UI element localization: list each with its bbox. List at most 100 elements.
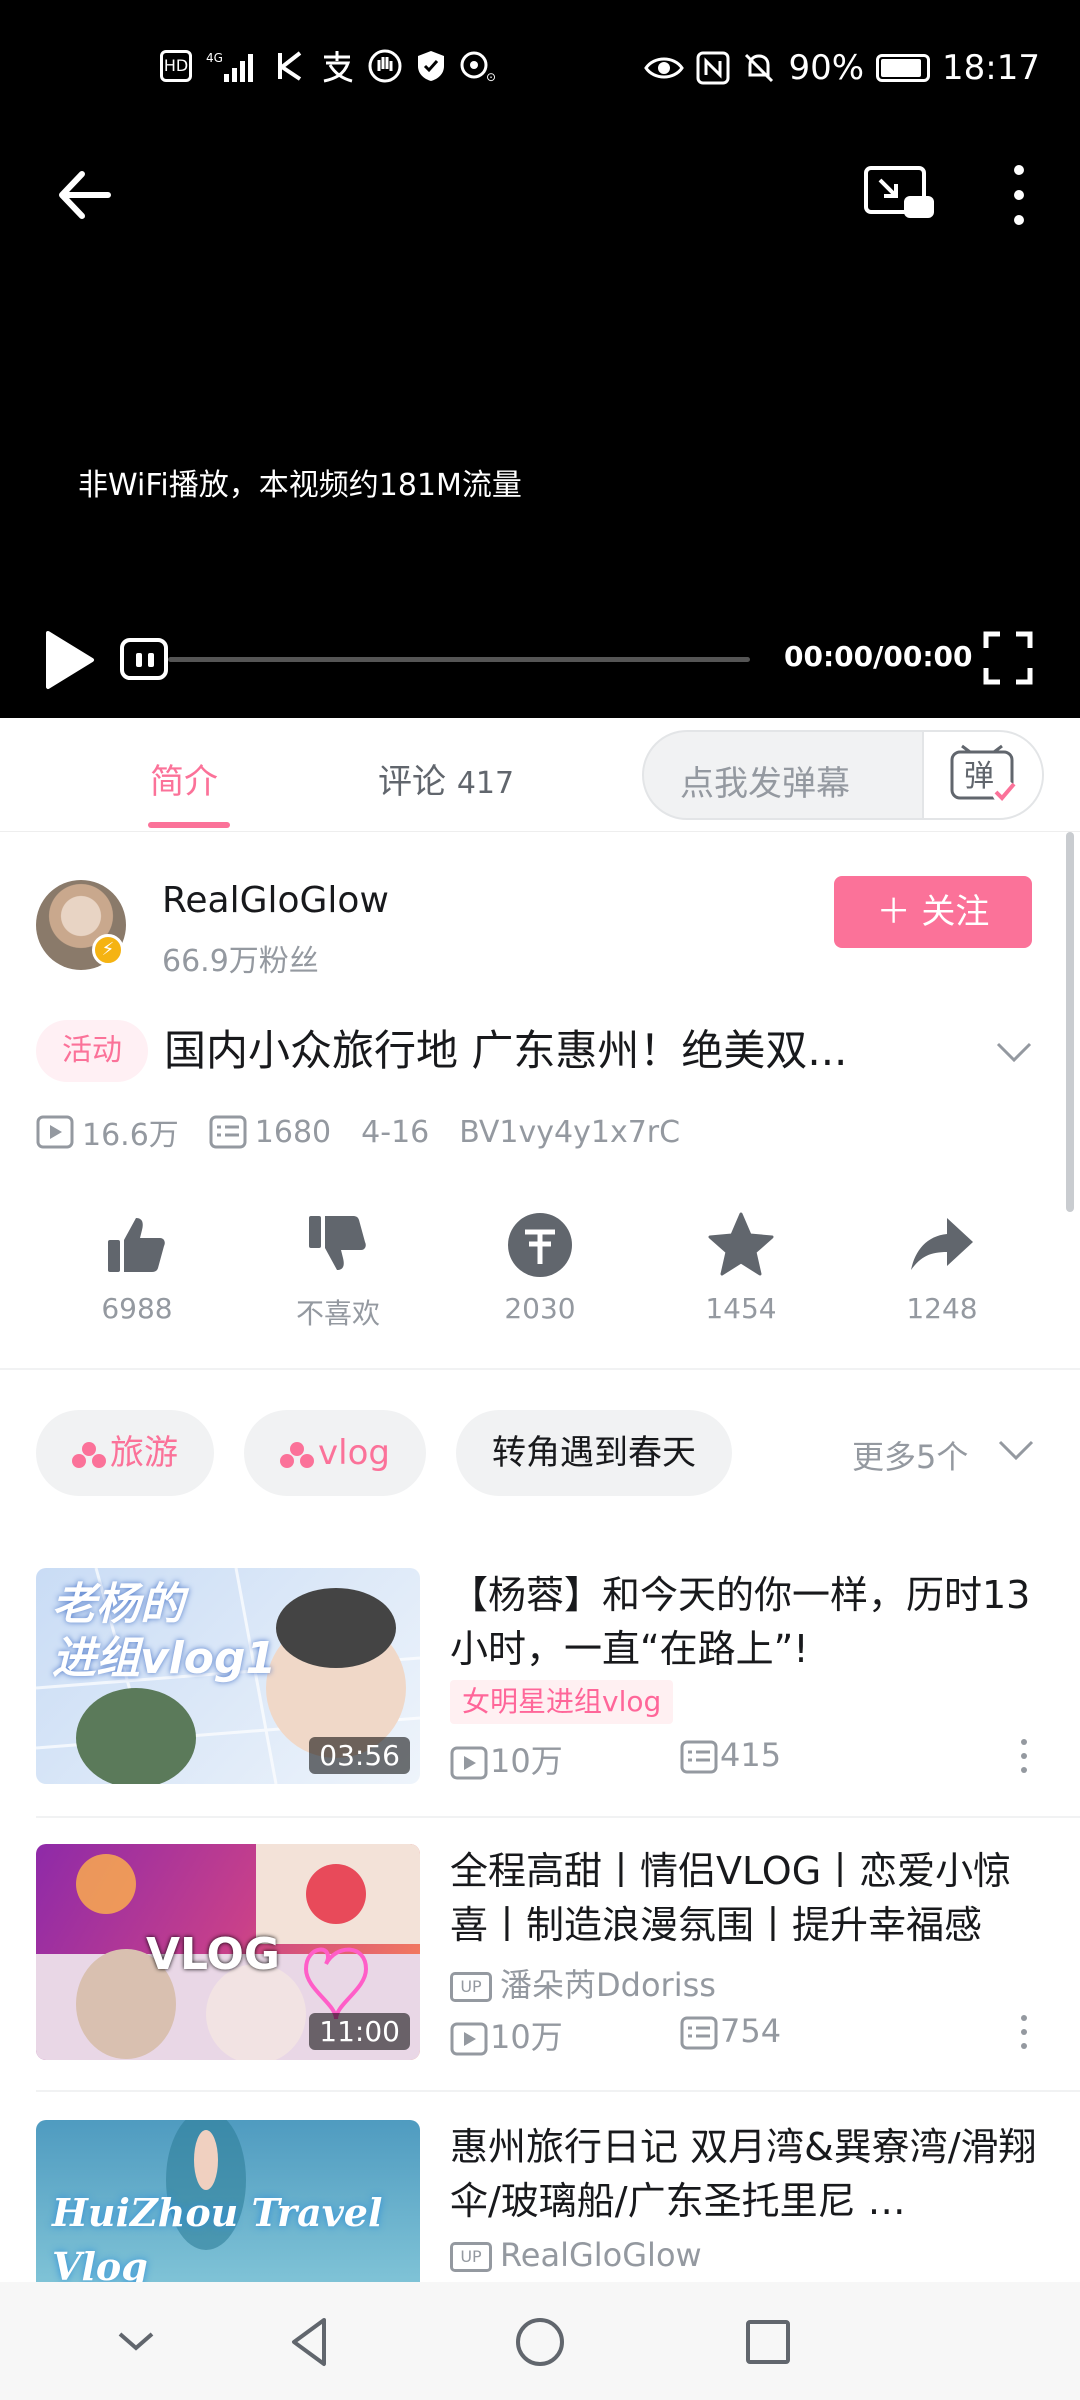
up-icon: UP: [450, 2242, 492, 2272]
more-vertical-icon[interactable]: [1014, 2012, 1034, 2052]
views-value: 10万: [490, 2018, 563, 2056]
chevron-down-icon[interactable]: [996, 1436, 1036, 1466]
tab-comments-count: 417: [456, 766, 515, 801]
danmaku-box[interactable]: 点我发弹幕 弹: [642, 730, 1044, 820]
related-thumbnail[interactable]: HuiZhou Travel Vlog: [36, 2120, 420, 2282]
more-vertical-icon[interactable]: [1014, 1736, 1034, 1776]
danmaku-toggle-icon: 弹: [950, 744, 1016, 804]
more-vertical-icon[interactable]: [998, 160, 1040, 230]
uploader-name[interactable]: RealGloGlow: [162, 880, 389, 921]
nfc-icon: [696, 51, 730, 85]
video-title[interactable]: 国内小众旅行地 广东惠州！绝美双...: [164, 1020, 944, 1082]
star-icon: [708, 1212, 774, 1276]
signal-4g-icon: 4G: [206, 51, 253, 82]
svg-text:弹: 弹: [964, 759, 994, 794]
battery-percent: 90%: [788, 48, 865, 88]
list-divider: [36, 1816, 1080, 1818]
tab-comments-label: 评论: [378, 762, 446, 802]
related-thumbnail[interactable]: VLOG 11:00: [36, 1844, 420, 2060]
favorite-button[interactable]: 1454: [671, 1210, 811, 1325]
danmaku-value: 415: [720, 1736, 782, 1774]
back-arrow-icon[interactable]: [50, 160, 120, 230]
related-views: 10万: [450, 2012, 680, 2058]
eye-icon: [644, 57, 685, 79]
channel-dots-icon: [72, 1441, 106, 1468]
fullscreen-icon[interactable]: [982, 630, 1034, 686]
coin-button[interactable]: 2030: [470, 1210, 610, 1325]
thumbnail-text: 老杨的 进组vlog1: [52, 1579, 277, 1684]
scrollbar[interactable]: [1066, 832, 1074, 1212]
picture-in-picture-icon[interactable]: [862, 160, 938, 230]
related-title[interactable]: 全程高甜丨情侣VLOG丨恋爱小惊喜丨制造浪漫氛围丨提升幸福感: [450, 1844, 1044, 1952]
status-right: 90% 18:17: [644, 48, 1040, 88]
tab-comments[interactable]: 评论 417: [378, 754, 514, 803]
up-icon: UP: [450, 1972, 492, 2002]
back-triangle-icon[interactable]: [280, 2312, 340, 2372]
uploader-fans: 66.9万粉丝: [162, 944, 319, 979]
danmaku-input[interactable]: 点我发弹幕: [680, 756, 850, 805]
home-circle-icon[interactable]: [510, 2312, 570, 2372]
uploader-name: 潘朵芮Ddoriss: [500, 1966, 716, 2004]
publish-date: 4-16: [361, 1114, 430, 1150]
svg-text:4G: 4G: [206, 51, 223, 65]
related-video-item[interactable]: VLOG 11:00 全程高甜丨情侣VLOG丨恋爱小惊喜丨制造浪漫氛围丨提升幸福…: [36, 1844, 1044, 2062]
thumbnail-text: VLOG: [146, 1929, 281, 1980]
tag-label: 旅游: [110, 1433, 178, 1473]
related-uploader[interactable]: UP 潘朵芮Ddoriss: [450, 1960, 716, 2006]
danmaku-toggle-button[interactable]: 弹: [922, 732, 1042, 818]
related-badge: 女明星进组vlog: [450, 1680, 674, 1724]
share-count: 1248: [906, 1292, 978, 1325]
related-uploader[interactable]: UP RealGloGlow: [450, 2236, 702, 2274]
video-player[interactable]: HD 4G ⊙ 90% 18:17 非WiFi播放，本视频约181M流量 00:…: [0, 0, 1080, 718]
like-button[interactable]: 6988: [67, 1210, 207, 1325]
alipay-icon: [323, 51, 353, 83]
views-value: 10万: [490, 1742, 563, 1780]
related-title[interactable]: 【杨蓉】和今天的你一样，历时13小时，一直“在路上”!: [450, 1568, 1044, 1676]
bvid: BV1vy4y1x7rC: [459, 1114, 681, 1150]
tag-vlog[interactable]: vlog: [244, 1410, 426, 1496]
channel-dots-icon: [280, 1441, 314, 1468]
follow-button[interactable]: ＋ 关注: [834, 876, 1032, 948]
duration: 03:56: [309, 1737, 410, 1774]
tag-label: vlog: [318, 1433, 390, 1473]
player-controls: 00:00/00:00: [0, 620, 1080, 700]
view-count: 16.6万: [82, 1118, 179, 1153]
k-app-icon: [278, 51, 302, 81]
hand-icon: [368, 49, 402, 83]
tag-spring[interactable]: 转角遇到春天: [455, 1410, 732, 1496]
action-bar: 6988 不喜欢 2030 1454 1248: [0, 1210, 1080, 1340]
chevron-down-icon[interactable]: [992, 1030, 1036, 1074]
related-video-item[interactable]: HuiZhou Travel Vlog 惠州旅行日记 双月湾&巽寮湾/滑翔伞/玻…: [36, 2120, 1044, 2282]
like-count: 6988: [101, 1292, 173, 1325]
favorite-count: 1454: [705, 1292, 777, 1325]
tag-travel[interactable]: 旅游: [36, 1410, 214, 1496]
thumbs-up-icon: [108, 1218, 165, 1272]
related-danmaku: 754: [680, 2012, 781, 2058]
share-button[interactable]: 1248: [872, 1210, 1012, 1325]
progress-thumb[interactable]: [120, 638, 168, 680]
coin-count: 2030: [504, 1292, 576, 1325]
thumbnail-text: HuiZhou Travel Vlog: [52, 2190, 383, 2282]
danmaku-value: 754: [720, 2012, 782, 2050]
progress-bar[interactable]: [168, 657, 750, 662]
play-count-icon: [450, 1746, 488, 1780]
related-video-item[interactable]: 老杨的 进组vlog1 03:56 【杨蓉】和今天的你一样，历时13小时，一直“在…: [36, 1568, 1044, 1786]
related-title[interactable]: 惠州旅行日记 双月湾&巽寮湾/滑翔伞/玻璃船/广东圣托里尼 …: [450, 2120, 1044, 2228]
list-divider: [36, 2090, 1080, 2092]
wifi-hotspot-icon: ⊙: [460, 51, 496, 83]
related-thumbnail[interactable]: 老杨的 进组vlog1 03:56: [36, 1568, 420, 1784]
play-icon[interactable]: [40, 625, 100, 695]
play-count-icon: [36, 1115, 74, 1149]
more-tags-button[interactable]: 更多5个: [852, 1432, 968, 1478]
dislike-button[interactable]: 不喜欢: [268, 1210, 408, 1332]
danmaku-count: 1680: [254, 1114, 332, 1150]
tab-intro[interactable]: 简介: [150, 754, 218, 803]
danmaku-count-icon: [680, 2016, 718, 2050]
activity-tag[interactable]: 活动: [36, 1020, 148, 1082]
related-stats: 10万 754: [450, 2012, 781, 2058]
shield-icon: [418, 51, 444, 81]
system-nav-bar: [0, 2282, 1080, 2400]
recents-square-icon[interactable]: [738, 2312, 798, 2372]
collapse-chevron-icon[interactable]: [106, 2312, 166, 2372]
share-arrow-icon: [911, 1218, 973, 1270]
